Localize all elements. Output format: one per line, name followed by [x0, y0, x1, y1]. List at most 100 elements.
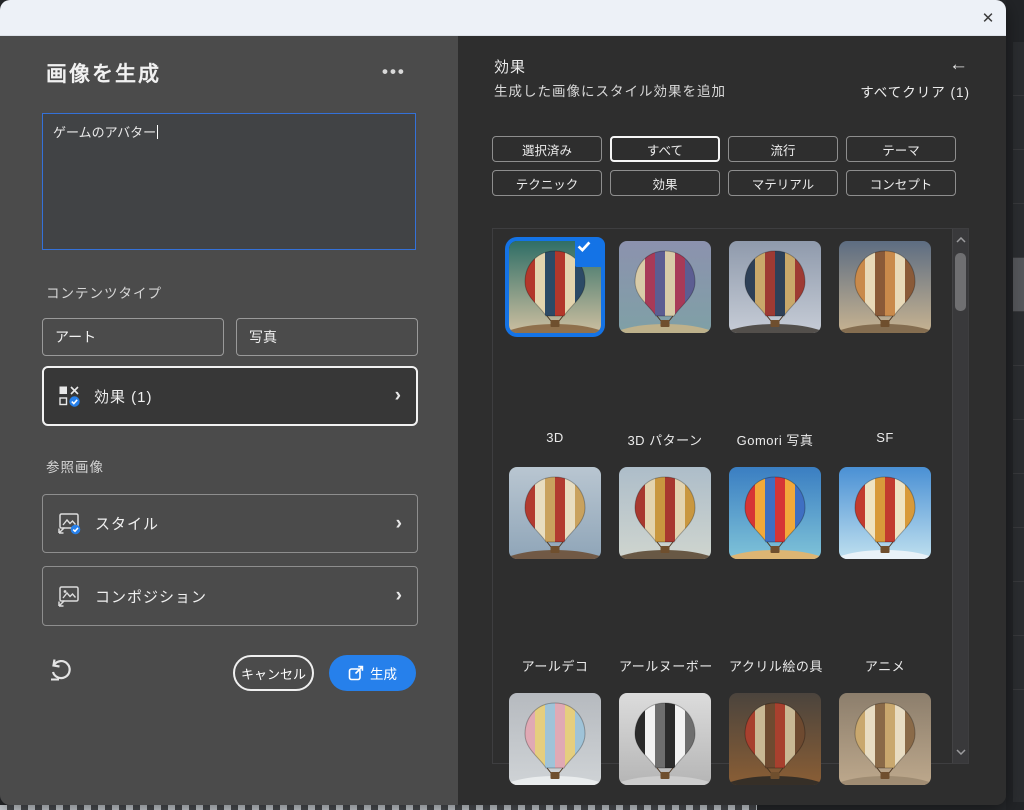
style-tile[interactable]: アールヌーボー [619, 467, 711, 673]
filter-chip[interactable]: 効果 [610, 170, 720, 196]
style-tile[interactable]: 3D パターン [619, 241, 711, 447]
effects-grid-container: 3D 3D パターン [492, 228, 969, 764]
style-thumbnail [619, 693, 711, 785]
balloon-illustration [839, 693, 931, 785]
style-tile[interactable]: アニメ [839, 467, 931, 673]
style-tile[interactable]: インダストリアル [729, 693, 821, 805]
background-panel-block [1013, 42, 1024, 96]
style-thumbnail [839, 693, 931, 785]
background-panel-column [1013, 42, 1024, 802]
balloon-illustration [619, 693, 711, 785]
balloon-illustration [839, 467, 931, 559]
style-tile[interactable]: Gomori 写真 [729, 241, 821, 447]
composition-button-label: コンポジション [95, 586, 207, 607]
chevron-right-icon: › [395, 385, 402, 407]
composition-image-icon [57, 585, 81, 608]
scrollbar[interactable] [952, 229, 968, 763]
filter-chip[interactable]: コンセプト [846, 170, 956, 196]
chevron-right-icon: › [396, 513, 403, 535]
reset-icon[interactable] [46, 656, 74, 684]
filter-chip-label: マテリアル [752, 174, 814, 193]
style-tile[interactable]: SF [839, 241, 931, 447]
effects-panel: 効果 生成した画像にスタイル効果を追加 ← すべてクリア (1) 選択済み すべ… [458, 36, 1006, 805]
content-type-photo-button[interactable]: 写真 [236, 318, 418, 356]
style-thumbnail [509, 467, 601, 559]
content-type-art-button[interactable]: アート [42, 318, 224, 356]
scroll-up-icon[interactable] [953, 233, 969, 247]
style-tile[interactable]: インキ [619, 693, 711, 805]
filter-chip[interactable]: 流行 [728, 136, 838, 162]
effects-grid: 3D 3D パターン [509, 241, 931, 805]
clear-all-button[interactable]: すべてクリア (1) [860, 81, 970, 101]
background-panel-block [1013, 96, 1024, 150]
chevron-right-icon: › [396, 585, 403, 607]
style-tile[interactable]: いたずら書き [509, 693, 601, 805]
background-panel-block [1013, 150, 1024, 204]
scrollbar-thumb[interactable] [955, 253, 966, 311]
close-icon[interactable]: ✕ [976, 7, 1000, 29]
style-thumbnail [509, 693, 601, 785]
cancel-button[interactable]: キャンセル [233, 655, 314, 691]
back-arrow-icon[interactable]: ← [949, 54, 968, 76]
style-tile[interactable]: アールデコ [509, 467, 601, 673]
style-tile-label: アクリル絵の具 [729, 656, 821, 673]
style-tile-label: 3D パターン [619, 430, 711, 447]
style-thumbnail [729, 241, 821, 333]
style-tile[interactable]: アクリル絵の具 [729, 467, 821, 673]
filter-chip[interactable]: マテリアル [728, 170, 838, 196]
effect-filter-chips: 選択済み すべて 流行 テーマ テクニック 効果 マテリアル コンセプト [492, 136, 956, 196]
composition-reference-button[interactable]: コンポジション › [42, 566, 418, 626]
content-type-label: コンテンツタイプ [46, 282, 162, 302]
style-tile[interactable]: 3D [509, 241, 601, 447]
effects-panel-title: 効果 [494, 56, 526, 77]
background-panel-block [1013, 474, 1024, 528]
background-panel-block [1013, 366, 1024, 420]
background-app-edge [1006, 0, 1024, 810]
generate-panel: 画像を生成 ••• ゲームのアバター コンテンツタイプ アート 写真 [0, 36, 458, 805]
style-tile[interactable]: インテリアデ... [839, 693, 931, 805]
style-tile-label: アニメ [839, 656, 931, 673]
filter-chip-label: すべて [647, 140, 683, 159]
filter-chip[interactable]: 選択済み [492, 136, 602, 162]
style-button-label: スタイル [95, 513, 159, 534]
style-thumbnail [509, 241, 601, 333]
selected-check-badge [575, 237, 605, 267]
balloon-illustration [619, 241, 711, 333]
balloon-illustration [509, 693, 601, 785]
text-caret [157, 125, 158, 139]
filter-chip-label: テーマ [882, 140, 920, 159]
screen: ✕ 画像を生成 ••• ゲームのアバター コンテンツタイプ アート 写真 [0, 0, 1024, 810]
scroll-down-icon[interactable] [953, 745, 969, 759]
balloon-illustration [619, 467, 711, 559]
filter-chip[interactable]: テクニック [492, 170, 602, 196]
background-panel-block [1013, 204, 1024, 258]
effects-button-label: 効果 (1) [94, 386, 153, 407]
generate-icon [348, 665, 364, 681]
generate-button[interactable]: 生成 [329, 655, 416, 691]
style-reference-button[interactable]: スタイル › [42, 494, 418, 553]
page-title: 画像を生成 [46, 58, 161, 88]
prompt-text: ゲームのアバター [53, 125, 156, 140]
balloon-illustration [729, 241, 821, 333]
filter-chip[interactable]: すべて [610, 136, 720, 162]
filter-chip-label: コンセプト [870, 174, 933, 193]
filter-chip[interactable]: テーマ [846, 136, 956, 162]
more-options-icon[interactable]: ••• [382, 62, 406, 82]
effects-panel-subtitle: 生成した画像にスタイル効果を追加 [494, 80, 726, 100]
background-panel-block [1013, 528, 1024, 582]
dialog-body: 画像を生成 ••• ゲームのアバター コンテンツタイプ アート 写真 [0, 36, 1006, 805]
prompt-input[interactable]: ゲームのアバター [42, 113, 416, 250]
background-panel-block [1013, 312, 1024, 366]
selection-marching-ants [0, 805, 757, 810]
background-panel-block [1013, 636, 1024, 690]
effects-grid-icon [58, 385, 80, 407]
effects-button[interactable]: 効果 (1) › [42, 366, 418, 426]
filter-chip-label: テクニック [516, 174, 579, 193]
style-thumbnail [619, 241, 711, 333]
style-thumbnail [619, 467, 711, 559]
style-tile-label: アールヌーボー [619, 656, 711, 673]
style-thumbnail [729, 693, 821, 785]
dialog-titlebar: ✕ [0, 0, 1006, 36]
balloon-illustration [509, 467, 601, 559]
style-thumbnail [729, 467, 821, 559]
